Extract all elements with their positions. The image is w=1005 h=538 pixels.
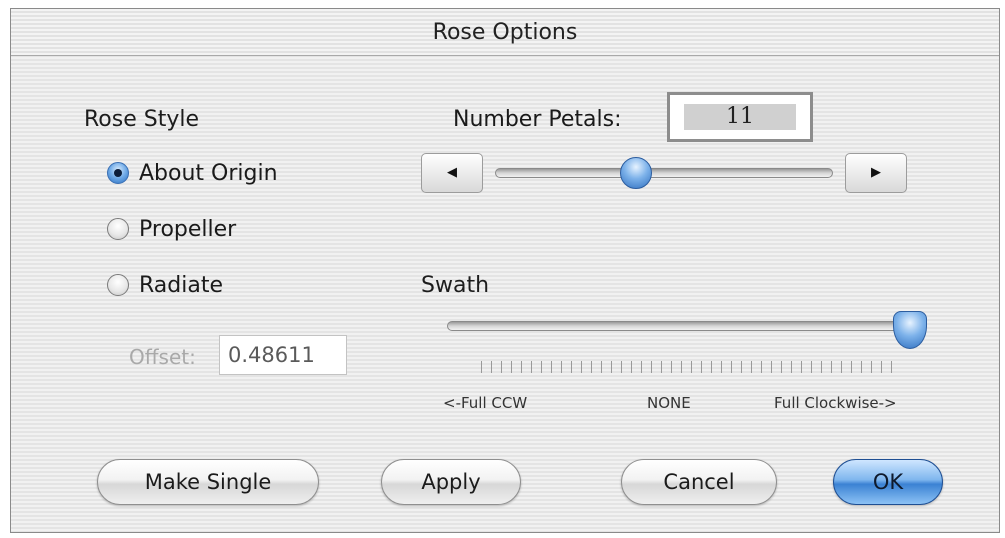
left-arrow-icon: ◀ xyxy=(447,165,457,180)
swath-tick-label-none: NONE xyxy=(647,394,691,412)
number-petals-label: Number Petals: xyxy=(453,107,622,132)
radio-unselected-icon[interactable] xyxy=(107,274,129,296)
ok-button[interactable]: OK xyxy=(833,459,943,505)
offset-field[interactable]: 0.48611 xyxy=(219,335,347,375)
swath-tick-label-ccw: <-Full CCW xyxy=(443,394,528,412)
apply-button[interactable]: Apply xyxy=(381,459,521,505)
radio-radiate[interactable]: Radiate xyxy=(107,270,223,300)
radio-selected-icon[interactable] xyxy=(107,162,129,184)
swath-tick-label-cw: Full Clockwise-> xyxy=(774,394,897,412)
offset-label: Offset: xyxy=(129,345,196,369)
radio-propeller[interactable]: Propeller xyxy=(107,214,236,244)
radio-unselected-icon[interactable] xyxy=(107,218,129,240)
petals-increment-button[interactable]: ▶ xyxy=(845,153,907,193)
swath-slider-track[interactable] xyxy=(447,321,927,331)
petals-decrement-button[interactable]: ◀ xyxy=(421,153,483,193)
petals-slider-knob[interactable] xyxy=(620,157,653,189)
make-single-button[interactable]: Make Single xyxy=(97,459,319,505)
number-petals-field[interactable]: 11 xyxy=(667,92,813,142)
radio-about-origin[interactable]: About Origin xyxy=(107,158,278,188)
swath-ticks xyxy=(481,361,901,373)
title-bar: Rose Options xyxy=(11,9,999,56)
radio-radiate-label: Radiate xyxy=(139,272,224,298)
rose-options-dialog: Rose Options Rose Style About Origin Pro… xyxy=(10,8,1000,533)
petals-slider-track[interactable] xyxy=(495,168,833,178)
radio-about-origin-label: About Origin xyxy=(139,160,278,186)
rose-style-label: Rose Style xyxy=(84,107,200,132)
cancel-button[interactable]: Cancel xyxy=(621,459,777,505)
radio-propeller-label: Propeller xyxy=(139,216,237,242)
window-title: Rose Options xyxy=(432,20,578,45)
swath-label: Swath xyxy=(421,273,490,298)
right-arrow-icon: ▶ xyxy=(871,165,881,180)
number-petals-value: 11 xyxy=(684,104,796,130)
swath-slider-knob[interactable] xyxy=(893,311,927,349)
